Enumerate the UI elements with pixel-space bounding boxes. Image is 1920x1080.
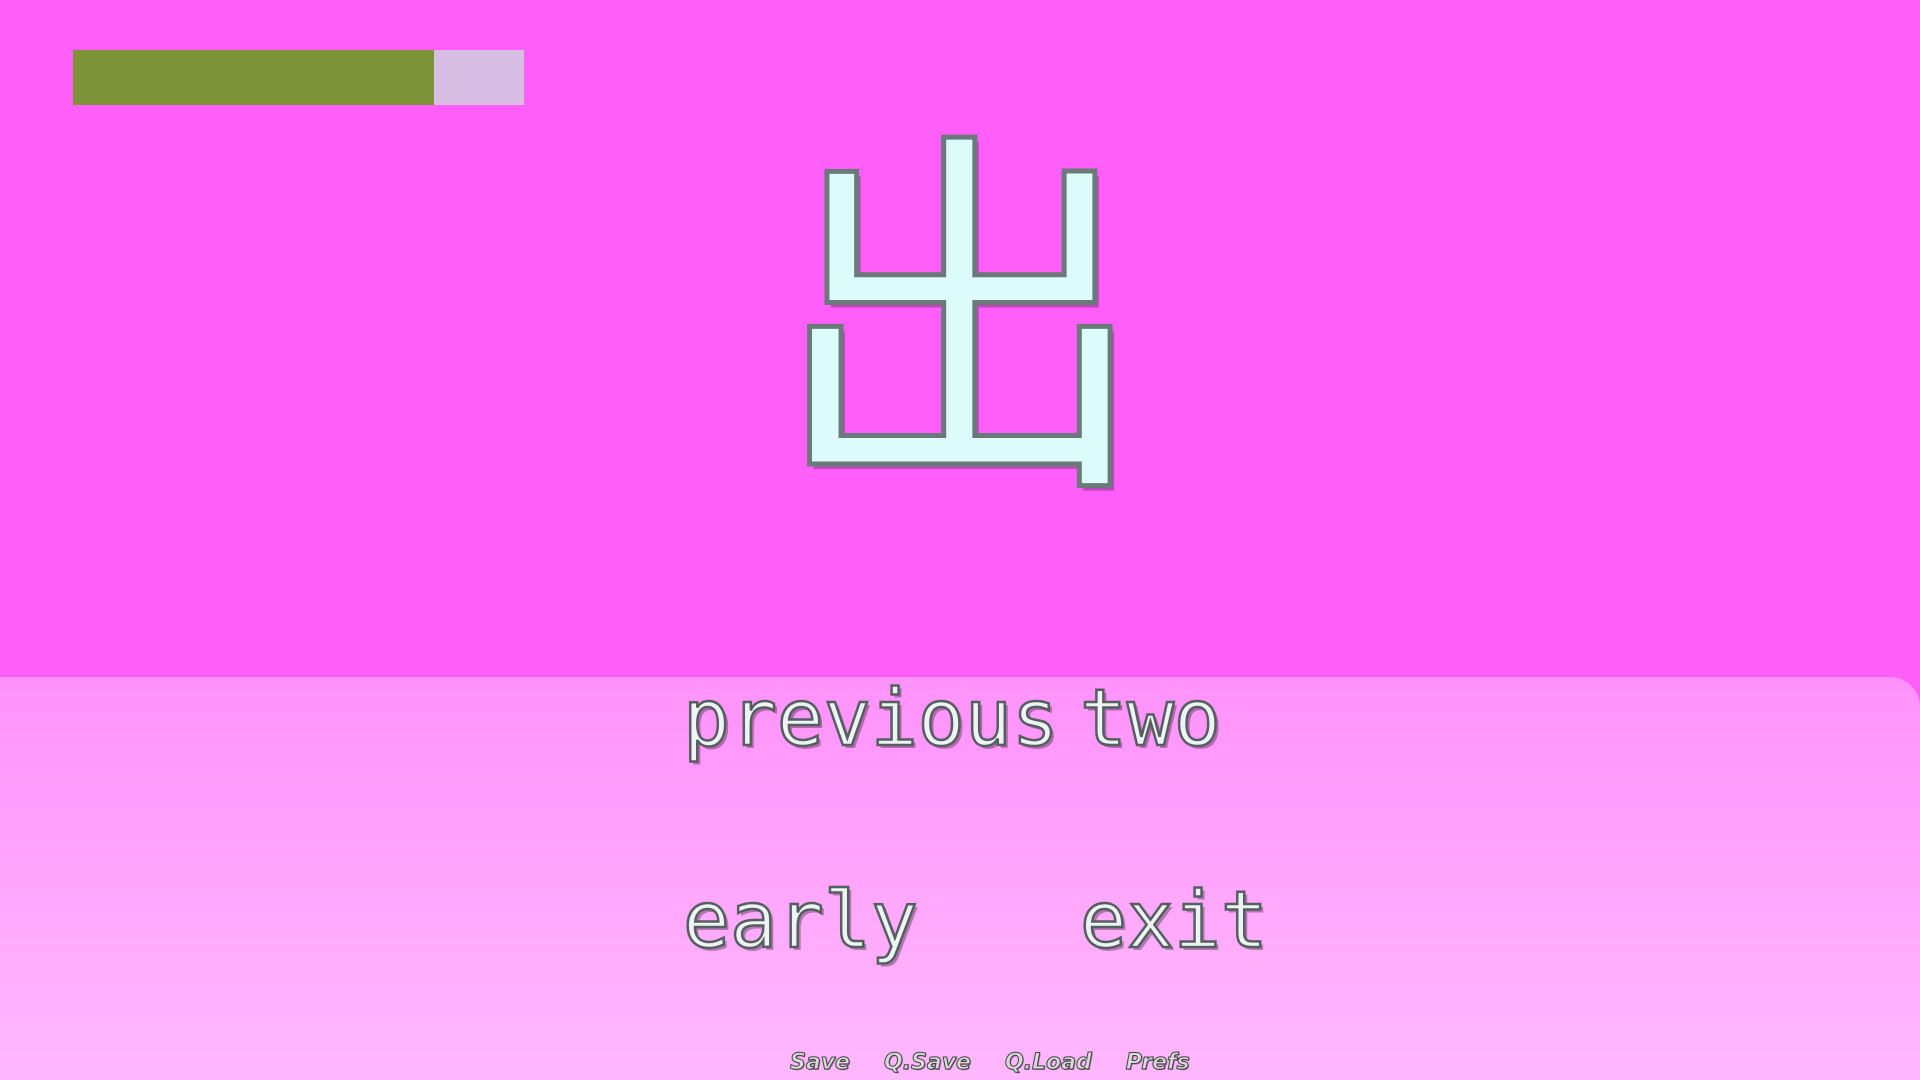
save-button[interactable]: Save xyxy=(790,1050,851,1076)
choice-early-button[interactable]: early xyxy=(682,881,919,962)
quick-save-button[interactable]: Q.Save xyxy=(883,1050,971,1076)
kanji-prompt: 出 xyxy=(768,103,1153,546)
quick-menu: Save Q.Save Q.Load Prefs xyxy=(790,1050,1191,1076)
preferences-button[interactable]: Prefs xyxy=(1125,1050,1190,1076)
quick-load-button[interactable]: Q.Load xyxy=(1004,1050,1092,1076)
game-screen: 出 previous two early exit Save Q.Save Q.… xyxy=(0,0,1920,1080)
timer-fill xyxy=(73,50,434,105)
choice-previous-button[interactable]: previous xyxy=(682,679,1060,760)
choice-two-button[interactable]: two xyxy=(1079,679,1222,760)
choice-exit-button[interactable]: exit xyxy=(1079,881,1269,962)
timer-bar xyxy=(73,50,524,105)
